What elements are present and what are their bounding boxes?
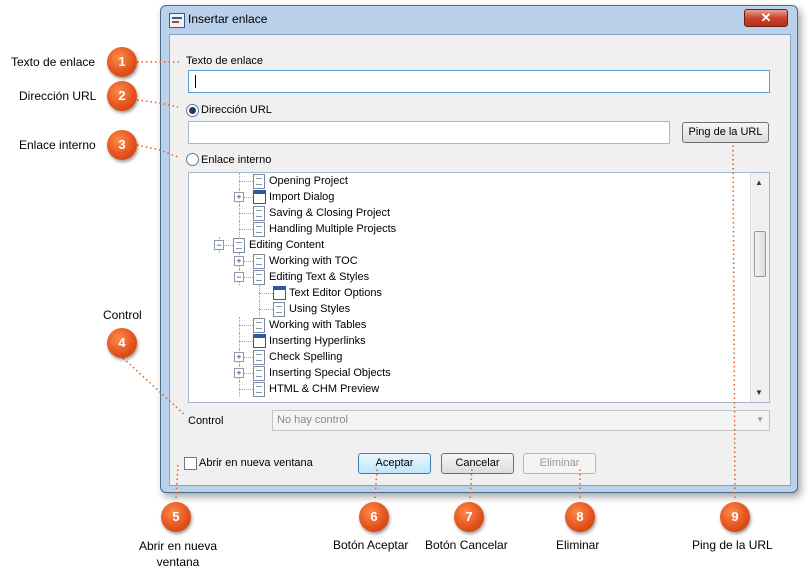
leader-5 — [175, 464, 179, 499]
callout-text-6: Botón Aceptar — [333, 538, 409, 552]
marker-6: 6 — [359, 502, 389, 532]
marker-1: 1 — [107, 47, 137, 77]
callout-text-3: Enlace interno — [19, 138, 96, 152]
marker-7: 7 — [454, 502, 484, 532]
callout-text-9: Ping de la URL — [692, 538, 773, 552]
callout-text-4: Control — [103, 308, 142, 322]
leader-4 — [122, 357, 186, 416]
callout-text-7: Botón Cancelar — [425, 538, 508, 552]
leader-2 — [136, 99, 179, 108]
marker-4: 4 — [107, 328, 137, 358]
callout-text-5: Abrir en nueva ventana — [138, 539, 218, 569]
leader-7 — [469, 467, 473, 499]
callout-text-8: Eliminar — [556, 538, 600, 552]
callout-text-1: Texto de enlace — [11, 55, 96, 69]
marker-2: 2 — [107, 81, 137, 111]
marker-3: 3 — [107, 130, 137, 160]
leader-3 — [136, 144, 179, 158]
marker-8: 8 — [565, 502, 595, 532]
callout-text-2: Dirección URL — [19, 89, 97, 103]
marker-9: 9 — [720, 502, 750, 532]
marker-5: 5 — [161, 502, 191, 532]
leader-9 — [732, 142, 736, 499]
leader-6 — [374, 468, 378, 499]
